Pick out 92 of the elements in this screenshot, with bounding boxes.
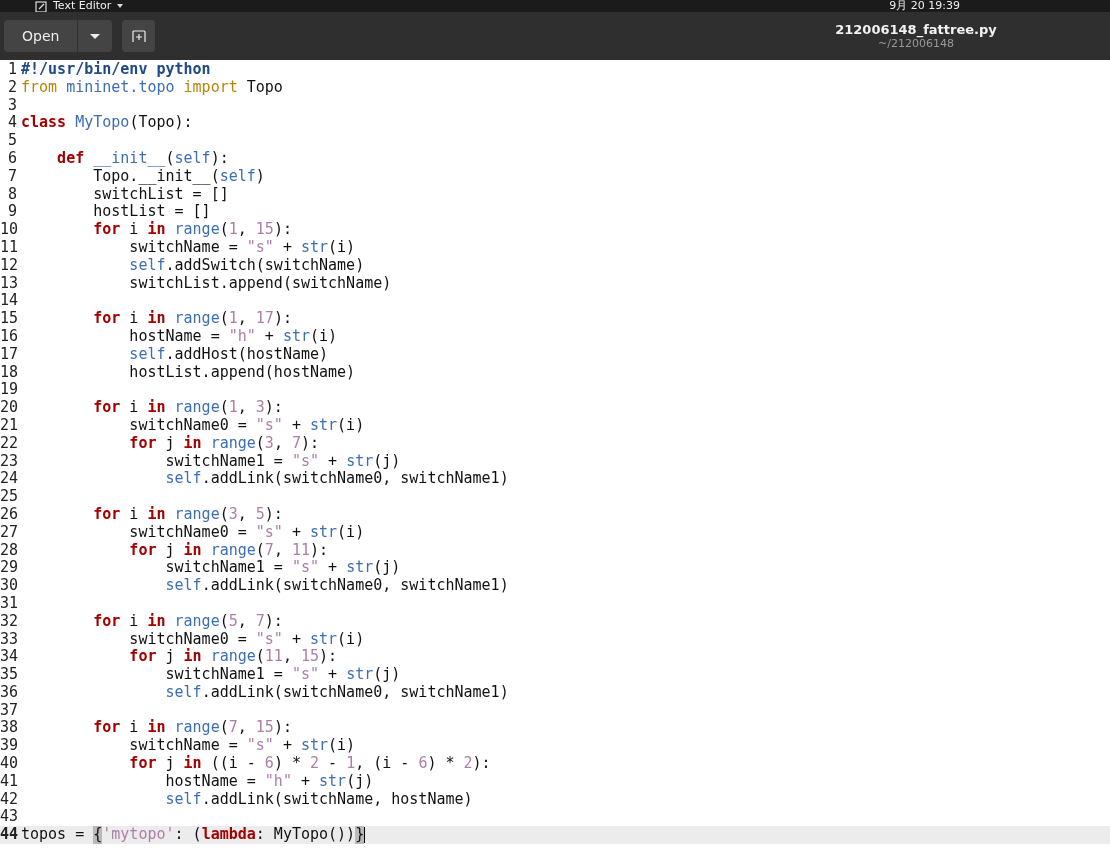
new-tab-icon	[131, 29, 146, 43]
line-number: 1	[6, 61, 17, 79]
code-line: from mininet.topo import Topo	[21, 78, 283, 97]
code-line: for i in range(1, 3):	[92, 399, 283, 417]
code-line: def __init__(self):	[56, 150, 229, 168]
line-number: 31	[0, 594, 17, 613]
line-number: 43	[0, 808, 17, 827]
code-line: for j in range(11, 15):	[128, 648, 338, 667]
line-number: 22	[0, 434, 17, 453]
line-number: 20	[0, 399, 17, 417]
open-button[interactable]: Open	[4, 20, 79, 52]
line-number: 7	[6, 167, 17, 186]
line-number: 41	[0, 772, 17, 791]
line-number: 3	[6, 96, 17, 115]
app-menu[interactable]: Text Editor	[53, 0, 112, 12]
code-line: for j in range(7, 11):	[128, 541, 329, 560]
code-line: hostList.append(hostName)	[128, 363, 356, 382]
line-number: 17	[0, 345, 17, 364]
line-number: 25	[0, 488, 17, 506]
code-line: switchList = []	[92, 185, 229, 204]
line-number: 24	[0, 470, 17, 489]
caret-icon	[117, 4, 124, 8]
line-number: 6	[6, 150, 17, 168]
code-line: switchName1 = "s" + str(j)	[164, 559, 401, 578]
line-number: 36	[0, 683, 17, 702]
code-line: for i in range(1, 17):	[92, 310, 292, 328]
code-line: self.addLink(switchName0, switchName1)	[164, 683, 509, 702]
line-number: 37	[0, 701, 17, 720]
code-line: Topo.__init__(self)	[92, 167, 265, 186]
code-line: switchName1 = "s" + str(j)	[164, 452, 401, 471]
code-line: hostName = "h" + str(i)	[128, 327, 338, 346]
line-number: 14	[0, 292, 17, 311]
line-number: 15	[0, 310, 17, 328]
code-line: for j in range(3, 7):	[128, 434, 320, 453]
line-number: 29	[0, 559, 17, 578]
code-line: switchName1 = "s" + str(j)	[164, 666, 401, 684]
line-number: 39	[0, 737, 17, 756]
document-title: 212006148_fattree.py	[835, 22, 997, 37]
text-cursor	[364, 827, 366, 844]
code-line: self.addHost(hostName)	[128, 345, 329, 364]
code-line: topos = {'mytopo': (lambda: MyTopo())}	[21, 826, 366, 845]
line-number: 28	[0, 541, 17, 560]
line-number: 23	[0, 452, 17, 471]
code-line: switchName = "s" + str(i)	[128, 737, 356, 755]
line-number: 42	[0, 790, 17, 809]
document-path: ~/212006148	[878, 37, 954, 50]
line-number: 13	[0, 274, 17, 293]
line-number: 34	[0, 648, 17, 667]
code-line: hostList = []	[92, 203, 211, 221]
code-line: switchName0 = "s" + str(i)	[128, 630, 365, 648]
code-line: switchName0 = "s" + str(i)	[128, 523, 365, 542]
line-number: 40	[0, 755, 17, 773]
code-line: self.addLink(switchName, hostName)	[164, 790, 473, 809]
code-line: switchList.append(switchName)	[128, 274, 392, 293]
line-number: 26	[0, 505, 17, 524]
line-number: 16	[0, 327, 17, 346]
code-line: for i in range(1, 15):	[92, 221, 292, 239]
code-line: switchName = "s" + str(i)	[128, 238, 356, 257]
code-line: switchName0 = "s" + str(i)	[128, 416, 365, 435]
line-number: 18	[0, 363, 17, 382]
line-number: 38	[0, 719, 17, 738]
code-line: for i in range(7, 15):	[92, 719, 292, 738]
clock[interactable]: 9月 20 19:39	[889, 0, 960, 12]
line-number: 11	[0, 238, 17, 257]
code-line: class MyTopo(Topo):	[21, 114, 193, 133]
line-number: 19	[0, 381, 17, 400]
line-number: 12	[0, 256, 17, 275]
line-number: 2	[6, 78, 17, 97]
dropdown-button[interactable]	[78, 20, 113, 52]
line-number: 8	[6, 185, 17, 204]
code-line: hostName = "h" + str(j)	[164, 772, 374, 791]
code-line: for i in range(5, 7):	[92, 612, 283, 631]
code-line: self.addSwitch(switchName)	[128, 256, 365, 275]
line-number: 35	[0, 666, 17, 684]
caret-icon	[90, 33, 101, 39]
line-number: 4	[6, 114, 17, 133]
code-line: #!/usr/bin/env python	[21, 61, 211, 79]
line-number: 44	[0, 826, 17, 845]
line-number: 5	[6, 132, 17, 150]
line-number: 30	[0, 577, 17, 595]
line-number: 21	[0, 416, 17, 435]
code-line: self.addLink(switchName0, switchName1)	[164, 470, 509, 489]
line-number: 9	[6, 203, 17, 222]
code-line: self.addLink(switchName0, switchName1)	[164, 577, 509, 595]
code-line: for i in range(3, 5):	[92, 505, 283, 524]
code-line: for j in ((i - 6) * 2 - 1, (i - 6) * 2):	[128, 755, 491, 773]
new-document-button[interactable]	[122, 20, 156, 52]
line-number: 10	[0, 221, 17, 239]
line-number: 27	[0, 523, 17, 542]
line-number: 33	[0, 630, 17, 649]
app-icon[interactable]	[35, 0, 47, 12]
line-number: 32	[0, 612, 17, 631]
